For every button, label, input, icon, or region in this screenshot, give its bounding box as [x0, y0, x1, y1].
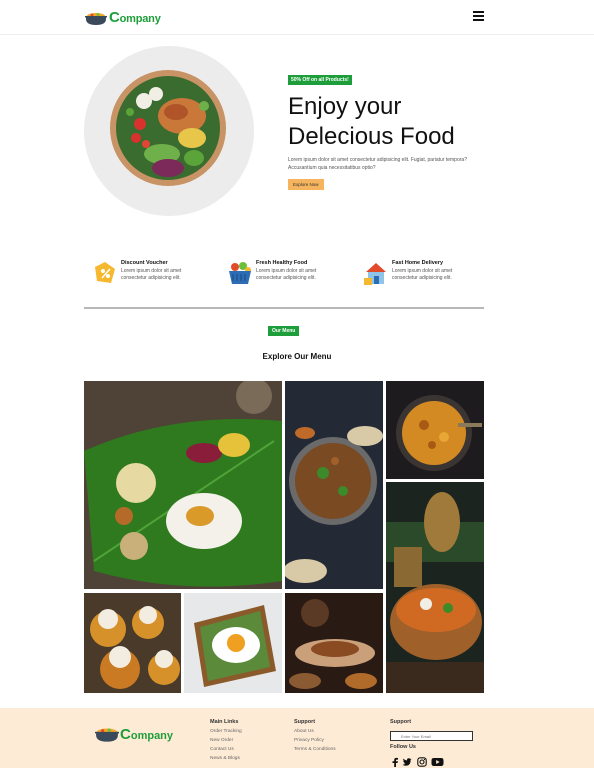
- footer-newsletter-heading: Support: [390, 719, 412, 725]
- menu-section-title: Explore Our Menu: [262, 352, 332, 361]
- hero-food-bowl-image: [84, 46, 254, 216]
- hero-description: Lorem ipsum dolor sit amet consectetur a…: [288, 157, 467, 171]
- facebook-icon[interactable]: [390, 757, 400, 767]
- footer-support-heading: Support: [294, 719, 316, 725]
- footer: Company Main Links Order Tracking New Or…: [0, 708, 594, 768]
- footer-support-links: Support About Us Privacy Policy Terms & …: [294, 719, 336, 754]
- menu-photo-cupcakes[interactable]: [84, 593, 181, 693]
- feature-title: Fast Home Delivery: [392, 260, 444, 266]
- footer-link-new-order[interactable]: New Order: [210, 736, 242, 745]
- menu-photo-curry-pan[interactable]: [285, 381, 383, 589]
- hero-title-line-1: Enjoy your: [288, 93, 402, 120]
- menu-photo-copper-curry-bowl[interactable]: [386, 482, 484, 693]
- footer-link-news-blogs[interactable]: News & Blogs: [210, 754, 242, 763]
- footer-logo[interactable]: Company: [95, 725, 173, 743]
- navbar: Company: [0, 0, 594, 35]
- newsletter-email-input[interactable]: [390, 731, 473, 741]
- explore-now-button[interactable]: Explore Now: [288, 179, 324, 190]
- feature-discount-voucher: Discount Voucher Lorem ipsum dolor sit a…: [91, 259, 211, 289]
- footer-link-order-tracking[interactable]: Order Tracking: [210, 727, 242, 736]
- cooking-pot-logo-icon: [85, 12, 107, 25]
- brand-name: Company: [109, 9, 161, 26]
- feature-text: Lorem ipsum dolor sit amet consectetur a…: [256, 268, 317, 281]
- logo[interactable]: Company: [85, 9, 161, 26]
- footer-newsletter: Support: [390, 719, 411, 727]
- menu-photo-banana-leaf-meal[interactable]: [84, 381, 282, 589]
- healthy-food-basket-icon: [229, 262, 251, 284]
- cooking-pot-logo-icon: [95, 728, 119, 742]
- twitter-icon[interactable]: [402, 757, 412, 767]
- feature-fast-home-delivery: Fast Home Delivery Lorem ipsum dolor sit…: [362, 259, 482, 289]
- feature-title: Discount Voucher: [121, 260, 168, 266]
- instagram-icon[interactable]: [417, 757, 427, 767]
- footer-link-contact-us[interactable]: Contact Us: [210, 745, 242, 754]
- hero-title: Enjoy your Delecious Food: [288, 92, 508, 152]
- home-delivery-icon: [364, 263, 386, 285]
- brand-initial: C: [109, 9, 120, 26]
- footer-link-privacy-policy[interactable]: Privacy Policy: [294, 736, 336, 745]
- brand-rest: ompany: [119, 13, 161, 25]
- feature-text: Lorem ipsum dolor sit amet consectetur a…: [121, 268, 182, 281]
- footer-brand-rest: ompany: [130, 729, 174, 742]
- follow-us-heading: Follow Us: [390, 744, 416, 750]
- hamburger-menu-icon[interactable]: [473, 11, 484, 21]
- footer-main-links-heading: Main Links: [210, 719, 239, 725]
- hero-title-line-2: Delecious Food: [288, 123, 455, 150]
- feature-text: Lorem ipsum dolor sit amet consectetur a…: [392, 268, 453, 281]
- our-menu-badge: Our Menu: [268, 326, 300, 336]
- footer-brand-initial: C: [120, 725, 131, 743]
- page: Company 50% Off on all Products! Enjoy y…: [0, 0, 594, 768]
- footer-main-links: Main Links Order Tracking New Order Cont…: [210, 719, 242, 763]
- feature-fresh-healthy-food: Fresh Healthy Food Lorem ipsum dolor sit…: [226, 259, 346, 289]
- feature-title: Fresh Healthy Food: [256, 260, 308, 266]
- menu-photo-fried-snack-pot[interactable]: [386, 381, 484, 479]
- footer-brand-name: Company: [120, 726, 173, 743]
- menu-photo-dining-table[interactable]: [285, 593, 383, 693]
- footer-link-about-us[interactable]: About Us: [294, 727, 336, 736]
- discount-voucher-icon: [95, 262, 115, 283]
- section-divider: [84, 307, 484, 309]
- youtube-icon[interactable]: [431, 757, 444, 767]
- menu-photo-egg-toast[interactable]: [184, 593, 282, 693]
- discount-badge: 50% Off on all Products!: [288, 75, 352, 85]
- footer-link-terms[interactable]: Terms & Conditions: [294, 745, 336, 754]
